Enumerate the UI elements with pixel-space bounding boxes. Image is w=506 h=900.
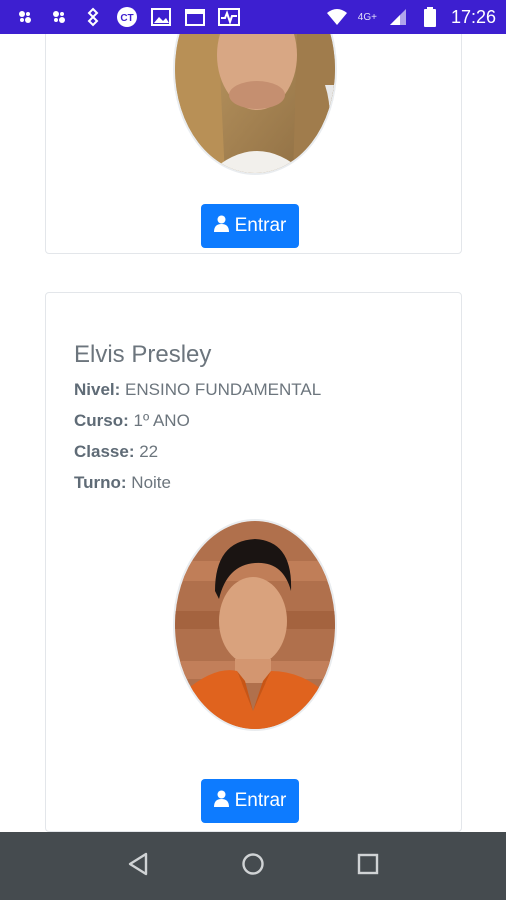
turno-value: Noite	[131, 473, 171, 492]
pulse-icon	[218, 6, 240, 28]
curso-label: Curso:	[74, 411, 129, 430]
clock: 17:26	[450, 6, 496, 27]
nivel-value: ENSINO FUNDAMENTAL	[125, 380, 322, 399]
user-icon	[213, 790, 229, 813]
student-card: Entrar	[45, 34, 462, 254]
enter-button[interactable]: Entrar	[201, 204, 299, 248]
app-icon	[48, 6, 70, 28]
enter-button-label: Entrar	[234, 215, 287, 236]
enter-button[interactable]: Entrar	[201, 779, 299, 823]
home-button[interactable]	[233, 846, 273, 886]
signal-icon	[387, 6, 409, 28]
notification-icons: CT	[14, 6, 240, 28]
recents-button[interactable]	[348, 846, 388, 886]
app-icon	[14, 6, 36, 28]
student-card: Elvis Presley Nivel: ENSINO FUNDAMENTAL …	[45, 292, 462, 832]
classe-value: 22	[139, 442, 159, 461]
ct-icon: CT	[116, 6, 138, 28]
status-bar: CT 4G+ 17:26	[0, 0, 506, 34]
back-icon	[127, 852, 149, 881]
network-type: 4G+	[357, 11, 377, 23]
nivel-row: Nivel: ENSINO FUNDAMENTAL	[74, 380, 321, 400]
recents-icon	[357, 853, 379, 880]
nivel-label: Nivel:	[74, 380, 121, 399]
gallery-icon	[150, 6, 172, 28]
battery-icon	[419, 6, 441, 28]
calendar-icon	[184, 6, 206, 28]
curso-row: Curso: 1º ANO	[74, 411, 190, 431]
enter-button-label: Entrar	[234, 790, 287, 811]
student-photo	[173, 519, 337, 731]
classe-row: Classe: 22	[74, 442, 158, 462]
classe-label: Classe:	[74, 442, 135, 461]
svg-text:CT: CT	[120, 13, 133, 24]
student-photo	[173, 34, 337, 175]
wifi-icon	[326, 6, 348, 28]
turno-label: Turno:	[74, 473, 127, 492]
navigation-bar	[0, 832, 506, 900]
screen: CT 4G+ 17:26 Entrar Elvis Presley Nivel:…	[0, 0, 506, 900]
user-icon	[213, 215, 229, 238]
turno-row: Turno: Noite	[74, 473, 171, 493]
student-list[interactable]: Entrar Elvis Presley Nivel: ENSINO FUNDA…	[0, 34, 506, 832]
sync-icon	[82, 6, 104, 28]
home-icon	[241, 852, 265, 881]
curso-value: 1º ANO	[133, 411, 190, 430]
system-icons: 4G+ 17:26	[326, 6, 496, 28]
back-button[interactable]	[118, 846, 158, 886]
student-name: Elvis Presley	[74, 341, 212, 368]
